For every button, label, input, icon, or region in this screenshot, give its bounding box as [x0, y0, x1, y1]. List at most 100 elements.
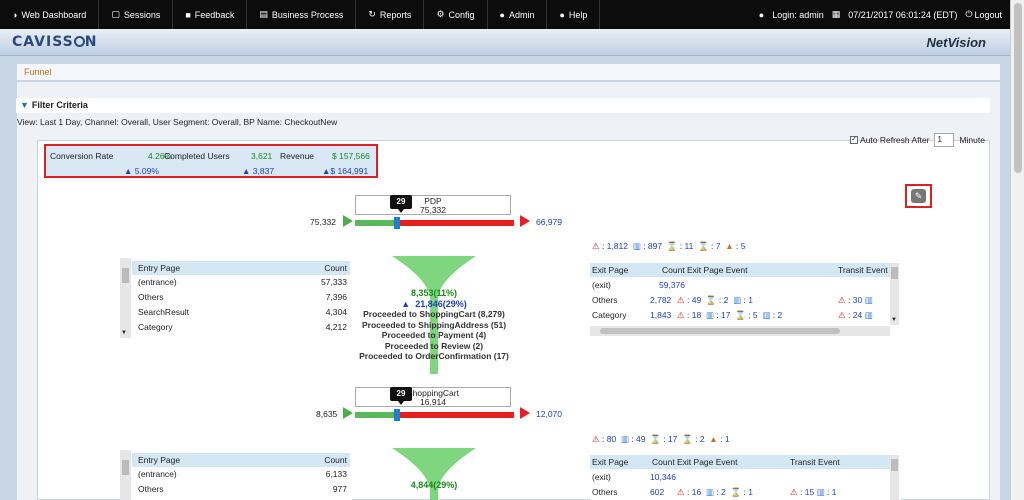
entry-count: 6,133 — [325, 469, 347, 479]
nav-label: Reports — [379, 9, 412, 20]
entry-count: 4,304 — [325, 307, 347, 317]
funnel-summary: 8,353(11%) ▲ 21,846(29%) Proceeded to Sh… — [355, 288, 513, 368]
minute-label: Minute — [959, 135, 985, 145]
stage-out-count: 12,070 — [536, 409, 562, 419]
table-row[interactable]: (exit) 10,346 — [590, 472, 890, 486]
count-header: Count — [324, 455, 347, 465]
error-warning-icon: ⚠ — [592, 241, 600, 251]
table-row[interactable]: SearchResult 4,304 — [132, 307, 350, 322]
datetime-label: 07/21/2017 06:01:24 (EDT) — [848, 9, 958, 20]
login-label: Login: admin — [772, 9, 824, 20]
edit-button[interactable]: ✎ — [905, 184, 932, 208]
nav-sessions[interactable]: ▢ Sessions — [99, 0, 174, 29]
auto-refresh-input[interactable]: 1 — [934, 133, 955, 147]
wait-count[interactable]: 7 — [716, 241, 721, 251]
completed-users-delta: ▲ 3,837 — [242, 166, 275, 176]
nav-help[interactable]: ● Help — [547, 0, 601, 29]
breadcrumb: Funnel — [17, 64, 1000, 81]
table-row[interactable]: Others 977 — [132, 484, 350, 499]
collapse-triangle-icon: ▼ — [20, 100, 29, 110]
stage-in-count: 8,635 — [316, 409, 338, 419]
exit-count[interactable]: 59,376 — [659, 280, 685, 290]
nav-admin[interactable]: ● Admin — [488, 0, 548, 29]
exit-events: ⚠ : 49 ⌛ : 2 ▥ : 1 — [677, 295, 753, 305]
entry-page: SearchResult — [138, 307, 190, 317]
entry-table-header: Entry Page Count — [132, 453, 350, 467]
nav-config[interactable]: ⚙ Config — [424, 0, 488, 29]
exit-event-header: Exit Page Event — [677, 457, 738, 467]
page-scrollbar[interactable] — [1010, 0, 1024, 500]
table-row[interactable]: Category 1,843 ⚠ : 18 ▥ : 17 ⌛ : 5 ▥ : 2… — [590, 310, 890, 324]
entry-table-scrollbar[interactable] — [120, 450, 131, 500]
funnel-shape — [392, 448, 476, 500]
auto-refresh-checkbox[interactable]: ✓ — [850, 136, 858, 144]
slow-count[interactable]: 17 — [668, 434, 677, 444]
vscroll-thumb[interactable] — [891, 459, 898, 471]
hscroll-thumb[interactable] — [600, 328, 840, 334]
vscroll-thumb[interactable] — [891, 267, 898, 279]
proceed-line: Proceeded to Payment (4) — [381, 330, 487, 340]
table-row[interactable]: Others 2,782 ⚠ : 49 ⌛ : 2 ▥ : 1 ⚠ : 30 ▥ — [590, 295, 890, 309]
filter-criteria-header[interactable]: ▼ Filter Criteria — [16, 98, 990, 113]
scroll-down-icon[interactable]: ▼ — [891, 317, 897, 323]
funnel-main: 4,844(29%) — [410, 480, 458, 490]
wait-count[interactable]: 2 — [700, 434, 705, 444]
event-count[interactable]: 5 — [741, 241, 746, 251]
exit-events: ⚠ : 18 ▥ : 17 ⌛ : 5 ▥ : 2 — [677, 310, 783, 320]
entry-scroll-thumb[interactable] — [122, 268, 129, 283]
entry-table-scrollbar[interactable]: ▼ — [120, 258, 131, 338]
logout-link[interactable]: Logout — [974, 10, 1002, 20]
filter-title: Filter Criteria — [31, 100, 88, 110]
proceed-line: Proceeded to ShoppingCart (8,279) — [363, 309, 505, 319]
proceed-line: Proceeded to ShippingAddress (51) — [361, 319, 507, 330]
slow-count[interactable]: 11 — [684, 241, 693, 251]
exit-table-vscroll[interactable] — [890, 455, 899, 500]
transit-event-header: Transit Event — [838, 265, 888, 275]
transit-events: ⚠ : 15 ▥ : 1 — [790, 487, 837, 497]
completed-users-label: Completed Users — [164, 151, 230, 161]
error-count[interactable]: 1,812 — [607, 241, 628, 251]
nav-web-dashboard[interactable]: ◑ Web Dashboard — [0, 0, 100, 29]
stage-box-shoppingcart[interactable]: ShoppingCart 16,914 — [355, 387, 511, 407]
nav-reports[interactable]: ↻ Reports — [356, 0, 425, 29]
table-row[interactable]: Others 7,396 — [132, 292, 350, 307]
exit-table-vscroll[interactable]: ▼ — [890, 263, 899, 325]
exit-count[interactable]: 10,346 — [650, 472, 676, 482]
exit-events: ⚠ : 16 ▥ : 2 ⌛ : 1 — [677, 487, 753, 497]
error-count[interactable]: 80 — [607, 434, 616, 444]
exit-page-header: Exit Page — [592, 457, 629, 467]
exit-table-hscroll[interactable] — [590, 326, 890, 336]
feedback-icon: ■ — [185, 9, 191, 20]
exit-count[interactable]: 1,843 — [650, 310, 671, 320]
exit-count[interactable]: 602 — [650, 487, 664, 497]
stage-bar-in — [355, 220, 395, 226]
exit-count[interactable]: 2,782 — [650, 295, 671, 305]
funnel-delta: ▲ 21,846(29%) — [401, 298, 467, 309]
exit-table-pdp: Exit Page Count Exit Page Event Transit … — [590, 262, 901, 338]
table-row[interactable]: (exit) 59,376 — [590, 280, 890, 294]
auto-refresh-label: Auto Refresh After — [860, 135, 930, 145]
scroll-down-icon[interactable]: ▼ — [121, 330, 127, 336]
exit-stats: ⚠ : 80 ▥ : 49 ⌛ : 17 ⌛ : 2 ▲ : 1 — [592, 434, 730, 444]
table-row[interactable]: (entrance) 57,333 — [132, 277, 350, 292]
nav-label: Web Dashboard — [21, 9, 87, 20]
page-scrollbar-thumb[interactable] — [1014, 3, 1022, 173]
stage-box-pdp[interactable]: PDP 75,332 — [355, 195, 511, 215]
sessions-icon: ▢ — [111, 9, 120, 19]
table-row[interactable]: Others 602 ⚠ : 16 ▥ : 2 ⌛ : 1 ⚠ : 15 ▥ :… — [590, 487, 890, 500]
exit-count-header: Count — [652, 457, 675, 467]
event-icon: ▲ — [709, 434, 718, 444]
nav-business-process[interactable]: ▤ Business Process — [247, 0, 357, 29]
auto-refresh: ✓ Auto Refresh After 1 Minute — [850, 133, 985, 147]
page-icon: ▥ — [620, 434, 629, 444]
nav-label: Feedback — [194, 9, 235, 20]
nav-feedback[interactable]: ■ Feedback — [173, 0, 248, 29]
entry-scroll-thumb[interactable] — [122, 460, 129, 475]
user-icon: ● — [758, 9, 765, 20]
page-count[interactable]: 49 — [636, 434, 645, 444]
table-row[interactable]: Category 4,212 — [132, 322, 350, 337]
table-row[interactable]: (entrance) 6,133 — [132, 469, 350, 484]
stage-count: 16,914 — [420, 397, 446, 407]
event-count[interactable]: 1 — [725, 434, 730, 444]
page-count[interactable]: 897 — [648, 241, 662, 251]
